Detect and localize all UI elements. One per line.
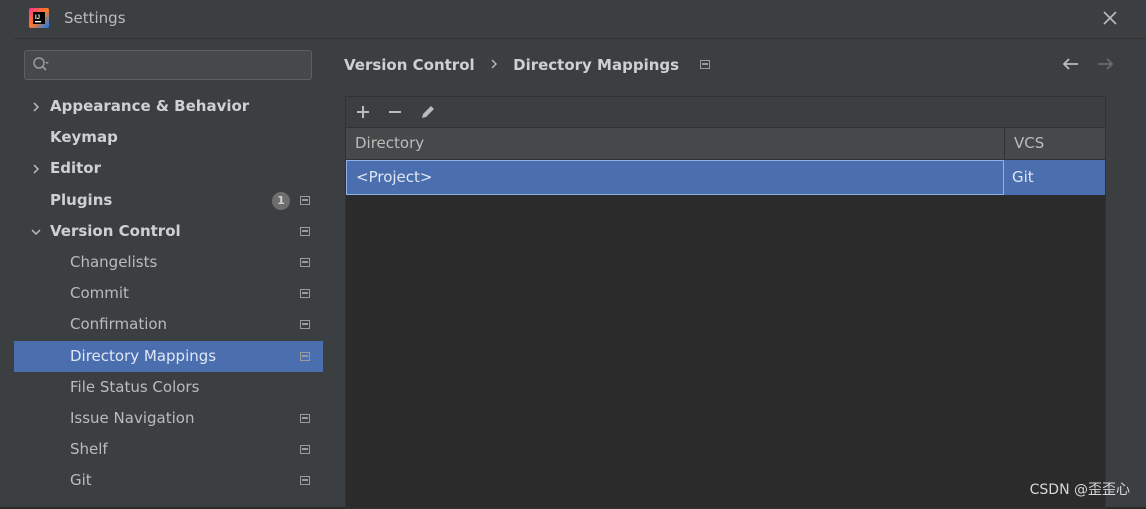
edit-icon[interactable]: [419, 103, 437, 121]
search-icon: [33, 57, 49, 71]
settings-dialog: IJ Settings Appearance & Behavior Keymap E…: [14, 0, 1146, 509]
sidebar-item-plugins[interactable]: Plugins 1: [14, 185, 323, 216]
svg-text:IJ: IJ: [35, 15, 40, 21]
sidebar-item-label: File Status Colors: [70, 378, 200, 396]
breadcrumb-current: Directory Mappings: [513, 55, 680, 74]
strip-fragment: [0, 14, 12, 26]
project-scope-icon: [300, 227, 310, 236]
sidebar-item-label: Commit: [70, 284, 129, 302]
project-scope-icon: [300, 196, 310, 205]
project-scope-icon: [300, 258, 310, 267]
sidebar-item-label: Changelists: [70, 253, 158, 271]
sidebar-item-keymap[interactable]: Keymap: [14, 122, 323, 153]
sidebar-item-editor[interactable]: Editor: [14, 153, 323, 184]
update-count-badge: 1: [272, 192, 290, 210]
app-logo-icon: IJ: [29, 8, 49, 28]
close-icon[interactable]: [1100, 8, 1120, 28]
sidebar-item-git[interactable]: Git: [14, 465, 323, 496]
sidebar-item-label: Shelf: [70, 440, 108, 458]
chevron-down-icon[interactable]: [30, 226, 42, 238]
chevron-right-icon: [491, 59, 497, 69]
sidebar-item-label: Editor: [50, 159, 101, 177]
sidebar-item-label: Git: [70, 471, 92, 489]
sidebar-item-confirmation[interactable]: Confirmation: [14, 309, 323, 340]
column-divider[interactable]: [1004, 128, 1005, 159]
table-row[interactable]: <Project> Git: [346, 160, 1105, 195]
project-scope-icon: [300, 289, 310, 298]
table-header: Directory VCS: [346, 128, 1105, 160]
remove-icon[interactable]: [386, 103, 404, 121]
sidebar-item-label: Plugins: [50, 191, 113, 209]
project-scope-icon: [300, 445, 310, 454]
project-scope-icon: [300, 476, 310, 485]
title-bar: IJ Settings: [14, 0, 1146, 39]
settings-search-input[interactable]: [24, 50, 312, 80]
sidebar-item-file-status-colors[interactable]: File Status Colors: [14, 372, 323, 403]
sidebar-item-appearance-behavior[interactable]: Appearance & Behavior: [14, 91, 323, 122]
sidebar-item-issue-navigation[interactable]: Issue Navigation: [14, 403, 323, 434]
project-scope-icon: [700, 60, 711, 69]
settings-content: Version Control Directory Mappings Direc…: [323, 39, 1146, 509]
column-header-vcs[interactable]: VCS: [1014, 128, 1044, 159]
directory-mappings-table: Directory VCS <Project> Git: [345, 96, 1106, 509]
sidebar-item-label: Directory Mappings: [70, 347, 217, 365]
sidebar-item-version-control[interactable]: Version Control: [14, 216, 323, 247]
chevron-right-icon[interactable]: [30, 101, 42, 113]
vcs-cell[interactable]: Git: [1012, 160, 1034, 195]
forward-arrow-icon[interactable]: [1095, 56, 1115, 72]
sidebar-item-directory-mappings[interactable]: Directory Mappings: [14, 341, 323, 372]
add-icon[interactable]: [354, 103, 372, 121]
settings-sidebar: Appearance & Behavior Keymap Editor Plugins…: [14, 39, 323, 507]
dialog-title: Settings: [64, 9, 126, 27]
ide-background-strip: [0, 0, 15, 507]
sidebar-item-label: Keymap: [50, 128, 118, 146]
directory-value: <Project>: [356, 168, 433, 186]
directory-cell[interactable]: <Project>: [346, 160, 1004, 195]
sidebar-item-label: Issue Navigation: [70, 409, 195, 427]
project-scope-icon: [300, 414, 310, 423]
table-toolbar: [346, 97, 1105, 128]
table-body: <Project> Git: [346, 160, 1105, 508]
sidebar-item-changelists[interactable]: Changelists: [14, 247, 323, 278]
sidebar-item-label: Appearance & Behavior: [50, 97, 250, 115]
breadcrumb-parent[interactable]: Version Control: [344, 56, 475, 74]
project-scope-icon: [300, 352, 310, 361]
watermark: CSDN @歪歪心: [1029, 482, 1130, 498]
breadcrumb: Version Control Directory Mappings: [344, 55, 711, 77]
sidebar-item-label: Confirmation: [70, 315, 168, 333]
chevron-right-icon[interactable]: [30, 163, 42, 175]
sidebar-item-shelf[interactable]: Shelf: [14, 434, 323, 465]
back-arrow-icon[interactable]: [1061, 56, 1081, 72]
column-header-directory[interactable]: Directory: [355, 128, 424, 159]
sidebar-item-label: Version Control: [50, 222, 181, 240]
project-scope-icon: [300, 320, 310, 329]
sidebar-item-commit[interactable]: Commit: [14, 278, 323, 309]
